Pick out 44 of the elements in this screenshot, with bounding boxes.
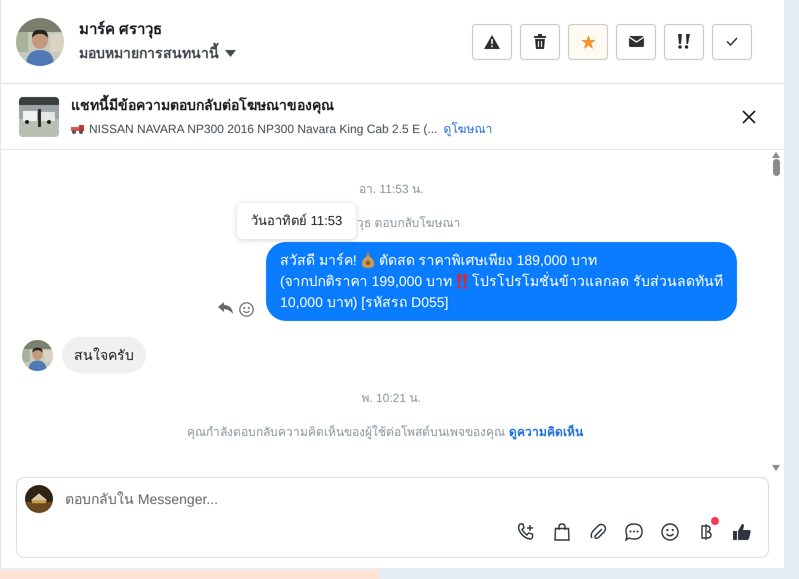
contact-name: มาร์ค ศราวุธ: [79, 20, 164, 40]
action-button[interactable]: [520, 24, 560, 60]
double-exclamation-icon: [456, 274, 468, 289]
message-bubble: สนใจครับ: [62, 337, 146, 373]
warning-icon: [484, 34, 500, 48]
tooltip: วันอาทิตย์ 11:53: [237, 203, 356, 239]
timestamp: อา. 11:53 น.: [358, 181, 424, 198]
smiley-icon[interactable]: [661, 523, 679, 541]
shopping-bag-icon[interactable]: [554, 523, 570, 541]
mail-icon: [628, 36, 644, 47]
action-button[interactable]: [616, 24, 656, 60]
thumbs-up-icon[interactable]: [733, 523, 751, 541]
timestamp: พ. 10:21 น.: [361, 390, 421, 407]
phone-plus-icon[interactable]: [517, 523, 535, 541]
scroll-down-arrow-icon[interactable]: [772, 465, 780, 471]
baht-icon[interactable]: [700, 523, 712, 541]
star-icon: [580, 34, 596, 48]
ad-product-text: NISSAN NAVARA NP300 2016 NP300 Navara King Cab 2.5 E (...: [89, 121, 438, 138]
assign-dropdown[interactable]: มอบหมายการสนทนานี้: [79, 43, 236, 64]
action-button[interactable]: [664, 24, 704, 60]
chat-bubble-icon[interactable]: [625, 523, 643, 541]
smiley-icon[interactable]: [239, 302, 254, 317]
trash-icon: [534, 34, 546, 49]
message-text: (จากปกติราคา 199,000 บาท: [280, 272, 452, 291]
message-text: โปรโปรโมชั่นข้าวแลกลด รับส่วนลดทันที: [472, 271, 723, 291]
scroll-up-arrow-icon[interactable]: [772, 152, 780, 158]
action-button[interactable]: [472, 24, 512, 60]
paperclip-icon[interactable]: [590, 523, 606, 541]
reply-icon[interactable]: [218, 302, 234, 314]
close-icon[interactable]: [742, 110, 756, 124]
truck-icon: [71, 124, 85, 134]
check-icon: [726, 37, 738, 46]
message-text: สวัสดี มาร์ค!: [280, 251, 357, 270]
view-ad-link[interactable]: ดูโฆษณา: [443, 120, 492, 138]
reply-input[interactable]: ตอบกลับใน Messenger...: [65, 488, 760, 510]
message-text: ตัดสด ราคาพิเศษเพียง 189,000 บาท: [378, 251, 598, 270]
double-exclamation-icon: [677, 34, 691, 49]
caret-icon: [225, 50, 236, 58]
notice-text: วุธ ตอบกลับโฆษณา: [357, 215, 460, 232]
notice-text: คุณกำลังตอบกลับความคิดเห็นของผู้ใช้ต่อโพสต์บนเพจของคุณ: [187, 424, 505, 441]
money-bag-icon: [360, 253, 375, 268]
message-text: 10,000 บาท) [รหัสรถ D055]: [280, 293, 448, 312]
ad-banner-title: แชทนี้มีข้อความตอบกลับต่อโฆษณาของคุณ: [71, 95, 492, 116]
view-comment-link[interactable]: ดูความคิดเห็น: [509, 423, 583, 441]
